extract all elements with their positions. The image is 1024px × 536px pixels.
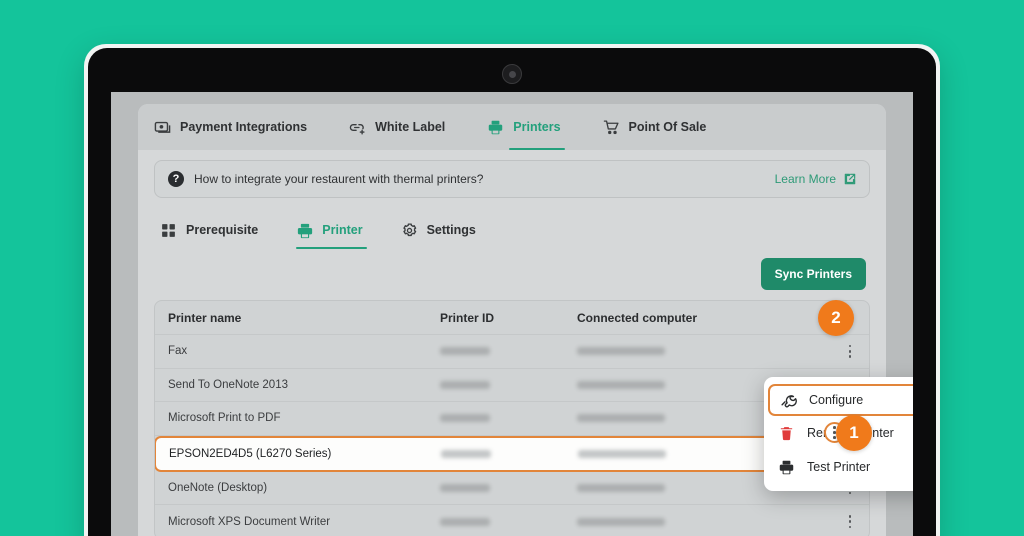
cell-printer-name: Send To OneNote 2013 — [168, 378, 288, 391]
menu-item-configure[interactable]: Configure — [768, 384, 913, 416]
external-link-icon — [843, 172, 857, 186]
grid-squares-icon — [160, 222, 177, 239]
subtab-printer[interactable]: Printer — [296, 213, 367, 249]
shopping-cart-icon — [603, 119, 620, 136]
subtab-label: Prerequisite — [186, 223, 259, 237]
redacted-value — [577, 517, 665, 526]
subtab-label: Printer — [322, 223, 363, 237]
payment-card-icon — [154, 119, 171, 136]
cell-printer-id — [440, 342, 577, 360]
redacted-value — [440, 380, 490, 389]
menu-item-test-printer[interactable]: Test Printer — [764, 450, 913, 484]
table-header-row: Printer name Printer ID Connected comput… — [155, 301, 869, 335]
primary-tab-bar: Payment Integrations White Label Printer… — [138, 104, 886, 150]
cell-printer-id — [440, 409, 577, 427]
cell-printer-name: Microsoft XPS Document Writer — [168, 515, 331, 528]
printers-table: Printer name Printer ID Connected comput… — [154, 300, 870, 536]
column-header-printer-name: Printer name — [168, 310, 242, 325]
redacted-value — [440, 483, 490, 492]
cell-printer-name: EPSON2ED4D5 (L6270 Series) — [169, 447, 332, 460]
cell-printer-id — [440, 513, 577, 531]
tab-point-of-sale[interactable]: Point Of Sale — [603, 104, 707, 150]
cell-printer-name: Microsoft Print to PDF — [168, 412, 281, 425]
row-actions[interactable] — [831, 344, 869, 358]
secondary-tab-bar: Prerequisite Printer Settings — [154, 198, 870, 249]
tab-white-label[interactable]: White Label — [349, 104, 445, 150]
subtab-prerequisite[interactable]: Prerequisite — [160, 213, 258, 247]
step-badge-2: 2 — [818, 300, 854, 336]
redacted-value — [440, 517, 490, 526]
menu-item-label: Configure — [809, 393, 864, 407]
gear-icon — [401, 222, 418, 239]
screenshot-canvas: Payment Integrations White Label Printer… — [0, 0, 1024, 536]
webcam-icon — [502, 64, 522, 84]
question-mark-icon: ? — [168, 171, 184, 187]
tab-payment-integrations[interactable]: Payment Integrations — [154, 104, 307, 150]
laptop-screen: Payment Integrations White Label Printer… — [111, 92, 913, 536]
learn-more-link[interactable]: Learn More — [775, 172, 857, 186]
cell-printer-id — [440, 479, 577, 497]
printer-icon — [487, 119, 504, 136]
kebab-menu-icon[interactable] — [848, 515, 852, 529]
step-badge-1: 1 — [836, 415, 872, 451]
redacted-value — [577, 483, 665, 492]
table-row[interactable]: Microsoft Print to PDF — [155, 402, 869, 436]
row-actions[interactable] — [831, 515, 869, 529]
column-header-printer-id: Printer ID — [440, 310, 495, 325]
link-plus-icon — [349, 119, 366, 136]
cell-printer-id — [441, 445, 578, 463]
tab-label: Payment Integrations — [180, 120, 308, 134]
menu-item-label: Test Printer — [807, 460, 871, 474]
cell-connected-computer — [577, 513, 831, 531]
learn-more-label: Learn More — [774, 172, 836, 186]
redacted-value — [577, 414, 665, 423]
table-row[interactable]: Fax — [155, 335, 869, 369]
trash-icon — [778, 425, 795, 442]
kebab-menu-icon[interactable] — [848, 344, 852, 358]
printer-icon — [296, 222, 313, 239]
column-header-connected-computer: Connected computer — [577, 310, 698, 325]
sync-printers-button[interactable]: Sync Printers — [760, 258, 866, 290]
subtab-label: Settings — [426, 223, 476, 237]
tab-label: White Label — [375, 120, 446, 134]
tab-printers[interactable]: Printers — [487, 104, 565, 150]
subtab-settings[interactable]: Settings — [401, 213, 476, 247]
laptop-frame: Payment Integrations White Label Printer… — [84, 44, 940, 536]
cell-printer-name: Fax — [168, 345, 188, 358]
printer-icon — [778, 459, 795, 476]
redacted-value — [441, 449, 491, 458]
table-row-selected[interactable]: EPSON2ED4D5 (L6270 Series) — [155, 435, 869, 472]
cell-printer-id — [440, 376, 577, 394]
help-banner: ? How to integrate your restaurent with … — [154, 160, 870, 198]
tab-label: Point Of Sale — [628, 120, 707, 134]
redacted-value — [577, 347, 665, 356]
laptop-bezel: Payment Integrations White Label Printer… — [88, 48, 936, 536]
help-banner-text: How to integrate your restaurent with th… — [194, 172, 484, 186]
redacted-value — [578, 449, 666, 458]
cell-printer-name: OneNote (Desktop) — [168, 481, 268, 494]
table-row[interactable]: Microsoft XPS Document Writer — [155, 505, 869, 536]
table-row[interactable]: OneNote (Desktop) — [155, 472, 869, 505]
cell-connected-computer — [577, 342, 831, 360]
toolbar: Sync Printers — [154, 248, 870, 290]
redacted-value — [440, 414, 490, 423]
table-row[interactable]: Send To OneNote 2013 — [155, 369, 869, 402]
redacted-value — [577, 380, 665, 389]
wrench-icon — [780, 392, 797, 409]
tab-label: Printers — [513, 120, 561, 134]
redacted-value — [440, 347, 490, 356]
